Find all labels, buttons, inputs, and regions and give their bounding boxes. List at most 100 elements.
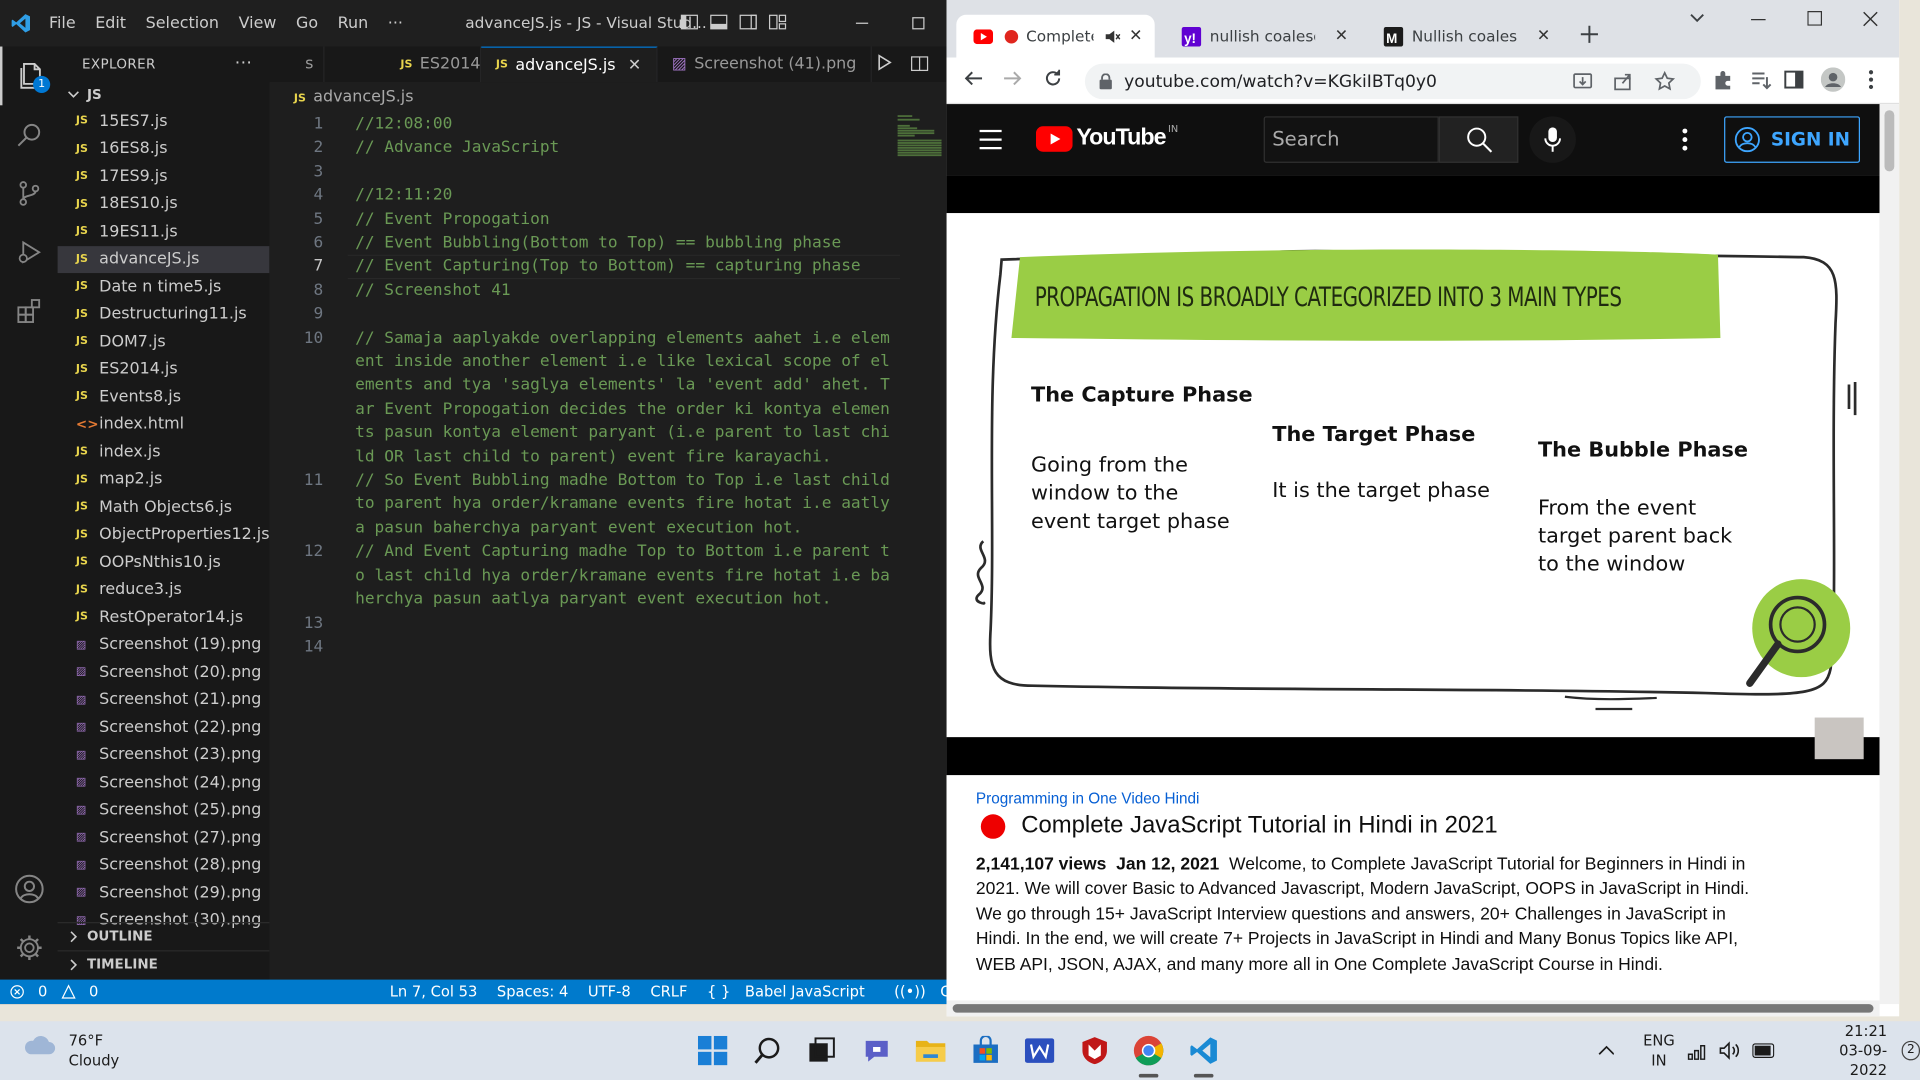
share-icon[interactable] [1613, 71, 1634, 92]
youtube-logo[interactable]: YouTube IN [1035, 123, 1178, 152]
code-line[interactable]: 3 [269, 160, 900, 184]
channel-link[interactable]: Programming in One Video Hindi [976, 790, 1760, 807]
source-control-icon[interactable] [0, 164, 58, 223]
code-editor[interactable]: 1 //12:08:00 2 // Advance JavaScript 3 4 //12:… [269, 113, 901, 970]
file-item[interactable]: JS ES2014.js [58, 356, 270, 384]
vertical-scrollbar[interactable] [1879, 104, 1900, 1005]
task-view-button[interactable] [795, 1021, 849, 1080]
cursor-position[interactable]: Ln 7, Col 53 [380, 983, 487, 1000]
file-item[interactable]: JS 19ES11.js [58, 218, 270, 246]
clock[interactable]: 21:21 03-09-2022 [1809, 1021, 1887, 1080]
file-item[interactable]: ▨ Screenshot (29).png [58, 879, 270, 907]
muted-speaker-icon[interactable] [1103, 28, 1121, 45]
file-item[interactable]: JS 18ES10.js [58, 190, 270, 218]
file-item[interactable]: <> index.html [58, 411, 270, 439]
side-panel-icon[interactable] [1783, 69, 1805, 91]
extensions-puzzle-icon[interactable] [1712, 69, 1734, 91]
video-description[interactable]: 2,141,107 views Jan 12, 2021 Welcome, to… [976, 852, 1760, 977]
microsoft-store-button[interactable] [958, 1021, 1012, 1080]
maximize-icon[interactable] [890, 0, 946, 47]
indentation[interactable]: Spaces: 4 [487, 983, 578, 1000]
menu-item[interactable]: Selection [136, 14, 229, 32]
file-item[interactable]: JS DOM7.js [58, 328, 270, 356]
weather-widget[interactable]: 76°F Cloudy [22, 1031, 119, 1070]
word-app-button[interactable] [1013, 1021, 1067, 1080]
sign-in-button[interactable]: SIGN IN [1724, 116, 1861, 163]
menu-item[interactable]: View [229, 14, 286, 32]
file-item[interactable]: JS 15ES7.js [58, 108, 270, 136]
file-item[interactable]: JS ObjectProperties12.js [58, 521, 269, 549]
file-item[interactable]: ▨ Screenshot (20).png [58, 659, 270, 687]
file-explorer-button[interactable] [904, 1021, 958, 1080]
code-line[interactable]: 11 // So Event Bubbling madhe Bottom to T… [269, 469, 900, 540]
code-line[interactable]: 14 [269, 635, 900, 659]
voice-search-button[interactable] [1529, 116, 1576, 163]
tab-mdn[interactable]: M Nullish coalescing ✕ [1367, 15, 1563, 58]
minimap[interactable] [897, 115, 942, 159]
file-item[interactable]: JS OOPsNthis10.js [58, 549, 270, 577]
mcafee-button[interactable] [1067, 1021, 1121, 1080]
code-line[interactable]: 8 // Screenshot 41 [269, 279, 900, 303]
toggle-secondary-sidebar-icon[interactable] [738, 12, 758, 32]
file-item[interactable]: ▨ Screenshot (28).png [58, 852, 270, 880]
file-item[interactable]: JS Math Objects6.js [58, 493, 270, 521]
new-tab-icon[interactable] [1580, 24, 1600, 44]
bookmark-star-icon[interactable] [1654, 71, 1676, 92]
split-editor-icon[interactable] [910, 54, 930, 74]
close-window-icon[interactable] [1862, 11, 1878, 27]
code-line[interactable]: 4 //12:11:20 [269, 184, 900, 208]
file-item[interactable]: JS RestOperator14.js [58, 604, 270, 632]
folder-js[interactable]: JS [58, 81, 270, 108]
scrollbar-thumb[interactable] [1884, 110, 1895, 172]
input-language[interactable]: ENG IN [1643, 1031, 1675, 1070]
network-icon[interactable] [1687, 1041, 1707, 1061]
code-line[interactable]: 6 // Event Bubbling(Bottom to Top) == bub… [269, 231, 900, 255]
editor-tab[interactable]: ▨ Screenshot (41).png [657, 46, 873, 83]
editor-tab[interactable]: JS ES2014.js [324, 46, 498, 83]
file-item[interactable]: JS Date n time5.js [58, 273, 270, 301]
toggle-panel-icon[interactable] [709, 12, 729, 32]
file-item[interactable]: JS 17ES9.js [58, 163, 270, 191]
file-item[interactable]: JS index.js [58, 438, 270, 466]
editor-tab[interactable]: s [269, 46, 325, 83]
extensions-icon[interactable] [0, 282, 58, 341]
file-item[interactable]: JS reduce3.js [58, 576, 270, 604]
vscode-taskbar-button[interactable] [1176, 1021, 1230, 1080]
menu-item[interactable]: File [39, 14, 85, 32]
file-item[interactable]: JS map2.js [58, 466, 270, 494]
run-file-icon[interactable] [876, 54, 893, 71]
forward-arrow-icon[interactable] [1003, 69, 1023, 89]
install-app-icon[interactable] [1572, 71, 1593, 92]
menu-item[interactable]: ··· [378, 14, 413, 32]
breadcrumb[interactable]: JS advanceJS.js [294, 88, 414, 106]
file-item[interactable]: ▨ Screenshot (27).png [58, 824, 270, 852]
file-item[interactable]: JS advanceJS.js [57, 245, 270, 274]
hamburger-menu-icon[interactable] [978, 129, 1002, 151]
code-line[interactable]: 5 // Event Propogation [269, 208, 900, 232]
code-line[interactable]: 9 [269, 303, 900, 327]
search-icon[interactable] [0, 105, 58, 164]
search-input[interactable]: Search [1263, 116, 1439, 163]
teams-chat-button[interactable] [849, 1021, 903, 1080]
outline-section[interactable]: OUTLINE [57, 922, 270, 949]
problems-status[interactable]: 0 0 [0, 983, 118, 1000]
manage-gear-icon[interactable] [0, 918, 58, 977]
file-item[interactable]: ▨ Screenshot (19).png [58, 631, 270, 659]
reload-icon[interactable] [1043, 69, 1063, 89]
toggle-sidebar-icon[interactable] [680, 12, 700, 32]
customize-layout-icon[interactable] [768, 12, 788, 32]
close-tab-icon[interactable]: ✕ [1537, 27, 1550, 45]
explorer-icon[interactable]: 1 [0, 46, 58, 106]
file-item[interactable]: ▨ Screenshot (24).png [58, 769, 270, 797]
code-line[interactable]: 1 //12:08:00 [269, 113, 900, 137]
menu-item[interactable]: Edit [85, 14, 135, 32]
file-item[interactable]: JS 16ES8.js [58, 135, 270, 163]
back-arrow-icon[interactable] [964, 69, 984, 89]
minimize-icon[interactable] [1751, 18, 1766, 21]
search-button[interactable] [1438, 116, 1519, 163]
maximize-icon[interactable] [1807, 11, 1823, 26]
tab-list-chevron-icon[interactable] [1689, 12, 1706, 24]
editor-tab[interactable]: JS advanceJS.js ✕ [481, 46, 658, 83]
language-mode[interactable]: { } Babel JavaScript [697, 983, 884, 1000]
more-actions-icon[interactable]: ··· [235, 54, 252, 74]
